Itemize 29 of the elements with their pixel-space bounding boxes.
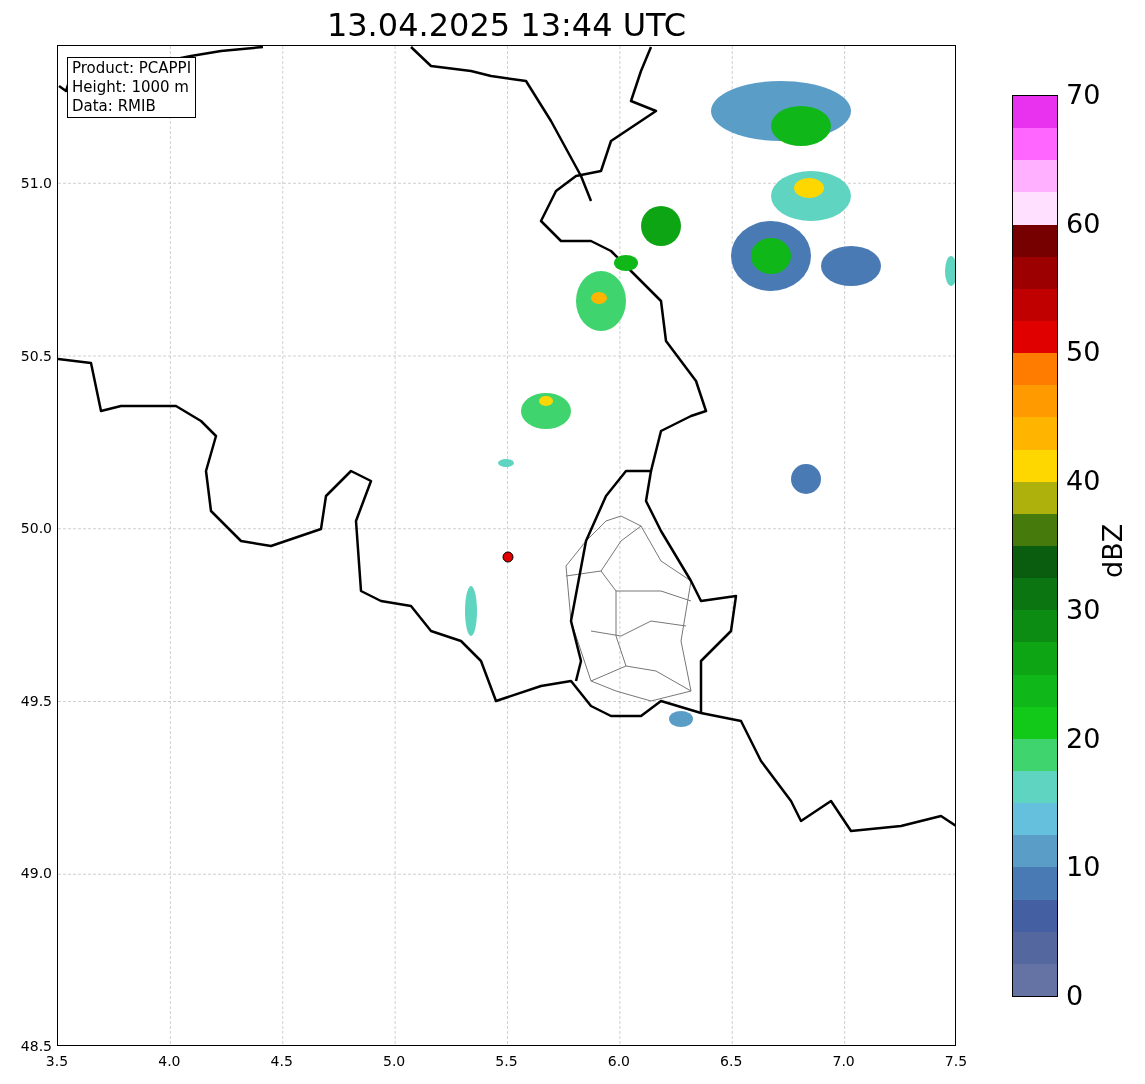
colorbar-tick-label: 50 — [1066, 337, 1101, 368]
x-tick-label: 5.0 — [382, 1052, 407, 1070]
info-line: Product: PCAPPI — [72, 59, 192, 78]
x-tick-label: 6.5 — [719, 1052, 744, 1070]
x-tick-label: 6.0 — [606, 1052, 631, 1070]
colorbar-tick-label: 30 — [1066, 594, 1101, 625]
x-tick-label: 4.5 — [269, 1052, 294, 1070]
colorbar-tick-label: 0 — [1066, 981, 1084, 1011]
x-tick-label: 3.5 — [44, 1052, 70, 1070]
chart-title: 13.04.2025 13:44 UTC — [325, 5, 688, 46]
colorbar-tick-label: 60 — [1066, 208, 1101, 239]
y-tick-label: 48.5 — [19, 1037, 52, 1055]
x-tick-label: 7.0 — [831, 1052, 856, 1070]
x-tick-label: 5.5 — [494, 1052, 519, 1070]
radar-site-marker — [502, 551, 514, 563]
y-tick-label: 50.0 — [19, 519, 52, 538]
x-tick-label: 4.0 — [157, 1052, 182, 1070]
y-tick-label: 51.0 — [19, 174, 52, 192]
y-tick-label: 50.5 — [19, 346, 52, 365]
info-line: Height: 1000 m — [72, 78, 190, 97]
y-tick-label: 49.0 — [19, 864, 52, 883]
y-tick-label: 49.5 — [19, 691, 52, 710]
colorbar-tick-label: 70 — [1066, 80, 1101, 110]
colorbar-tick-label: 20 — [1066, 723, 1101, 754]
colorbar-label: dBZ — [1098, 523, 1128, 578]
colorbar-tick-label: 40 — [1066, 466, 1101, 497]
colorbar-tick-label: 10 — [1066, 852, 1101, 883]
info-line: Data: RMIB — [72, 97, 157, 116]
x-tick-label: 7.5 — [943, 1052, 969, 1070]
